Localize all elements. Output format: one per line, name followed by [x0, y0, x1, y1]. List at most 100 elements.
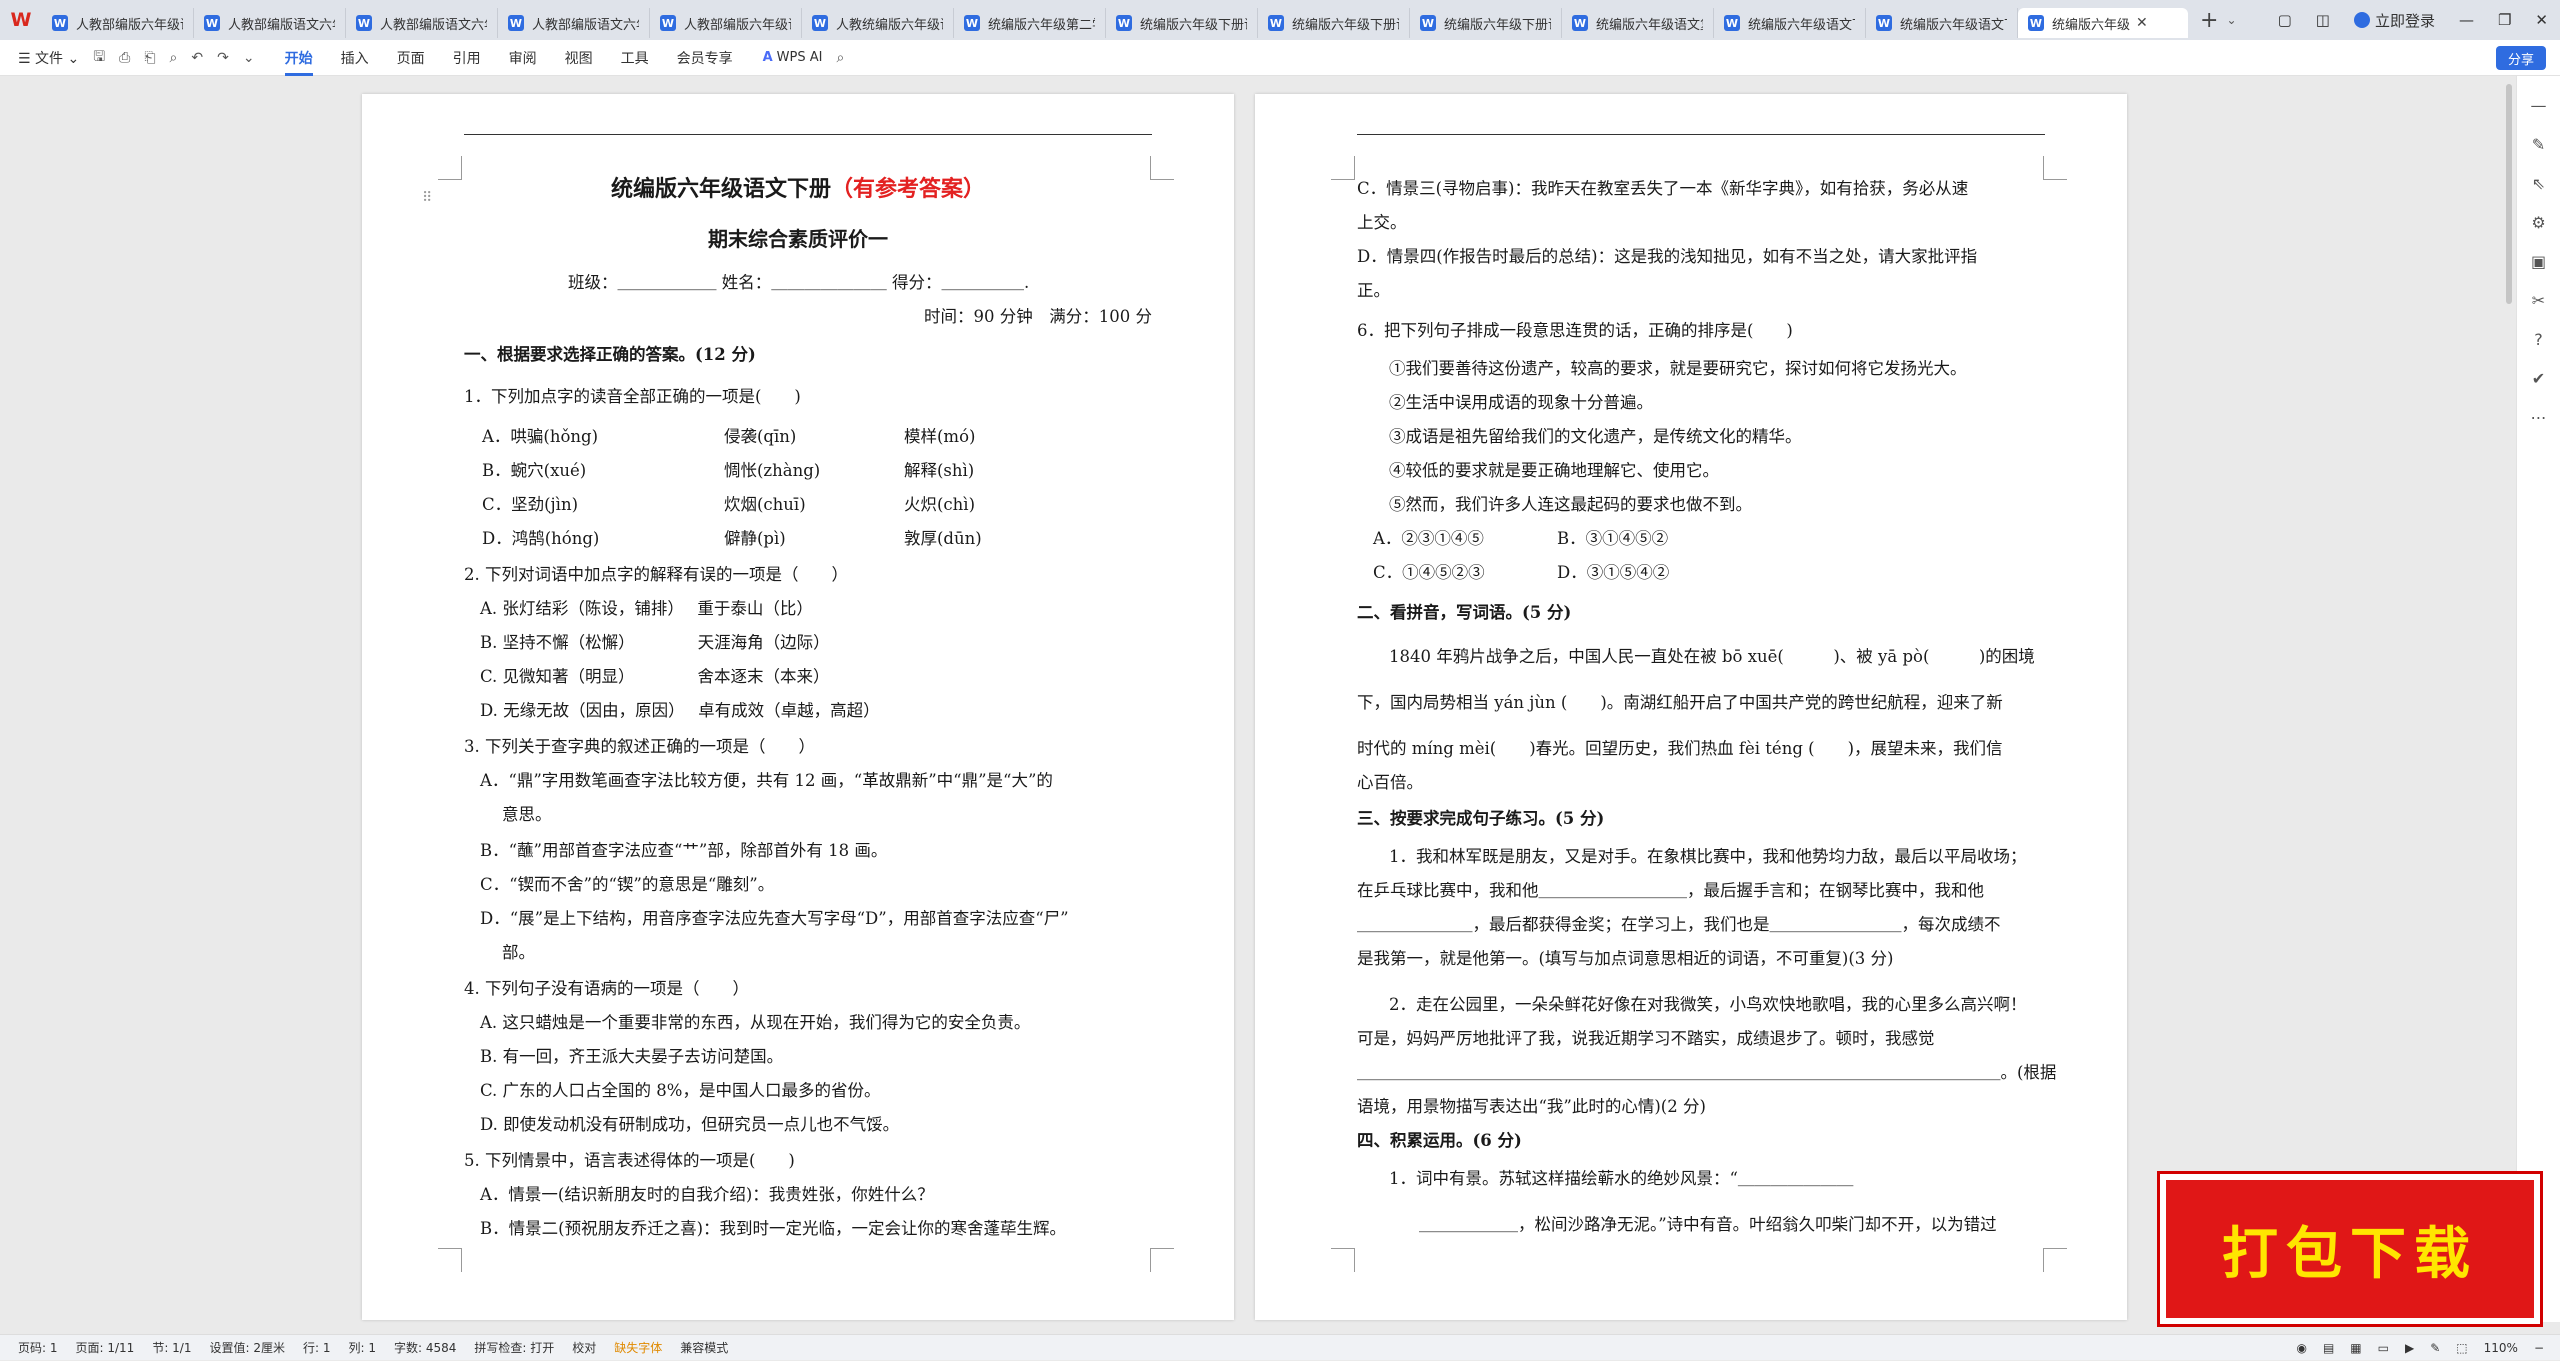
close-window-icon[interactable]: ✕	[2535, 11, 2548, 29]
tab-label: 统编版六年级语文下	[1748, 17, 1855, 33]
document-tab[interactable]: W 人教部编版六年级语	[42, 8, 194, 38]
document-tab[interactable]: W 人教部编版语文六年	[194, 8, 346, 38]
option-cell: B．③①④⑤②	[1557, 529, 1669, 548]
text-line: 2．走在公园里，一朵朵鲜花好像在对我微笑，小鸟欢快地歌唱，我的心里多么高兴啊！	[1389, 995, 2027, 1014]
status-pages[interactable]: 页面: 1/11	[76, 1339, 135, 1356]
text-line: B．“蘸”用部首查字法应查“艹”部，除部首外有 18 画。	[480, 841, 888, 860]
document-tab[interactable]: W 统编版六年级 ✕	[2018, 8, 2188, 38]
option-cell: 火炽(chì)	[904, 495, 976, 514]
wps-doc-icon: W	[2028, 15, 2044, 31]
undo-icon[interactable]: ↶	[191, 50, 203, 66]
document-tab[interactable]: W 人教部编版六年级语	[650, 8, 802, 38]
status-row: 行: 1	[302, 1341, 331, 1355]
review-icon[interactable]: ✔	[2517, 369, 2560, 388]
search-icon[interactable]: ⌕	[836, 50, 844, 66]
play-icon[interactable]: ▶	[2405, 1341, 2414, 1355]
wps-logo[interactable]: W	[0, 0, 42, 40]
document-tab[interactable]: W 统编版六年级语文下	[1866, 8, 2018, 38]
export-pdf-icon[interactable]: ⎙	[119, 50, 130, 66]
minimize-icon[interactable]: —	[2459, 11, 2474, 29]
option-cell: 惆怅(zhàng)	[724, 461, 821, 480]
document-title: 统编版六年级语文下册（有参考答案）	[610, 176, 986, 202]
missing-font-warning[interactable]: 缺失字体	[614, 1339, 662, 1356]
tools-icon[interactable]: ✂	[2517, 291, 2560, 310]
file-menu[interactable]: ☰ 文件 ⌄	[18, 48, 79, 68]
menu-tab[interactable]: 会员专享	[677, 40, 733, 76]
wps-doc-icon: W	[1572, 15, 1588, 31]
restore-layout-icon[interactable]: ▢	[2278, 11, 2292, 29]
menu-tab[interactable]: 审阅	[509, 40, 537, 76]
wps-doc-icon: W	[964, 15, 980, 31]
tab-label: 统编版六年级语文复	[1596, 17, 1703, 33]
collapse-icon[interactable]: —	[2517, 96, 2560, 115]
document-tab[interactable]: W 统编版六年级语文复	[1562, 8, 1714, 38]
document-tab[interactable]: W 人教统编版六年级语	[802, 8, 954, 38]
login-button[interactable]: 立即登录	[2353, 10, 2435, 31]
fit-icon[interactable]: ⬚	[2456, 1341, 2467, 1355]
image-icon[interactable]: ▣	[2517, 252, 2560, 271]
text-line: 正。	[1357, 281, 1390, 300]
document-tab[interactable]: W 统编版六年级语文下	[1714, 8, 1866, 38]
zoom-level[interactable]: 110%	[2484, 1341, 2518, 1355]
text-line: 6．把下列句子排成一段意思连贯的话，正确的排序是( )	[1357, 321, 1793, 340]
text-line: 1．词中有景。苏轼这样描绘蕲水的绝妙风景：“＿＿＿＿＿＿＿	[1389, 1169, 1854, 1188]
text-line: 可是，妈妈严厉地批评了我，说我近期学习不踏实，成绩退步了。顿时，我感觉	[1357, 1029, 1935, 1048]
help-icon[interactable]: ?	[2517, 330, 2560, 349]
text-line: ③成语是祖先留给我们的文化遗产，是传统文化的精华。	[1389, 427, 1802, 446]
student-info-line: 班级：＿＿＿＿＿＿ 姓名：＿＿＿＿＿＿＿ 得分：＿＿＿＿＿.	[568, 273, 1030, 292]
option-cell: 解释(shì)	[904, 461, 975, 480]
document-tab[interactable]: W 统编版六年级下册语	[1258, 8, 1410, 38]
more-icon[interactable]: ⋯	[2517, 408, 2560, 427]
edit-icon[interactable]: ✎	[2517, 135, 2560, 154]
document-tab[interactable]: W 人教部编版语文六年	[498, 8, 650, 38]
document-tab[interactable]: W 统编版六年级下册语	[1106, 8, 1258, 38]
status-words[interactable]: 字数: 4584	[394, 1339, 456, 1356]
web-view-icon[interactable]: ▦	[2350, 1341, 2361, 1355]
zoom-out-icon[interactable]: −	[2534, 1341, 2544, 1355]
wps-doc-icon: W	[1420, 15, 1436, 31]
wps-doc-icon: W	[812, 15, 828, 31]
redo-icon[interactable]: ↷	[217, 50, 229, 66]
text-line: D. 即使发动机没有研制成功，但研究员一点儿也不气馁。	[480, 1115, 900, 1134]
menu-tab[interactable]: 视图	[565, 40, 593, 76]
document-tab[interactable]: W 统编版六年级第二学	[954, 8, 1106, 38]
menu-tab[interactable]: 引用	[453, 40, 481, 76]
print-preview-icon[interactable]: ⌕	[170, 50, 178, 66]
select-icon[interactable]: ⇖	[2517, 174, 2560, 193]
download-banner[interactable]: 打包下载	[2160, 1174, 2540, 1324]
status-col: 列: 1	[348, 1341, 376, 1355]
text-line: 1．我和林军既是朋友，又是对手。在象棋比赛中，我和他势均力敌，最后以平局收场；	[1389, 847, 2027, 866]
print-icon[interactable]: ⎗	[144, 50, 155, 66]
settings-icon[interactable]: ⚙	[2517, 213, 2560, 232]
crop-mark	[1150, 156, 1174, 180]
eye-protect-icon[interactable]: ◉	[2296, 1341, 2306, 1355]
menu-tab[interactable]: 开始	[284, 40, 313, 76]
more-chevron-icon[interactable]: ⌄	[243, 50, 255, 66]
read-view-icon[interactable]: ▭	[2378, 1341, 2389, 1355]
menu-tab[interactable]: 插入	[341, 40, 369, 76]
menu-tab[interactable]: 工具	[621, 40, 649, 76]
text-line: A．情景一(结识新朋友时的自我介绍)：我贵姓张，你姓什么？	[480, 1185, 934, 1204]
text-line: C. 见微知著（明显） 舍本逐末（本来）	[480, 667, 830, 686]
share-button[interactable]: 分享	[2495, 46, 2546, 70]
wps-ai-button[interactable]: A WPS AI	[763, 50, 823, 65]
vertical-scrollbar[interactable]	[2506, 84, 2512, 304]
ai-icon: A	[762, 50, 773, 65]
avatar	[2353, 12, 2370, 28]
proofread-button[interactable]: 校对	[572, 1339, 596, 1356]
spell-check-toggle[interactable]: 拼写检查: 打开	[474, 1339, 554, 1356]
new-tab-button[interactable]: +	[2200, 8, 2218, 33]
close-tab-icon[interactable]: ✕	[2136, 15, 2148, 31]
document-tab[interactable]: W 统编版六年级下册语	[1410, 8, 1562, 38]
menu-tab[interactable]: 页面	[397, 40, 425, 76]
skin-icon[interactable]: ◫	[2316, 11, 2330, 29]
save-icon[interactable]: 🖫	[93, 46, 105, 70]
login-label: 立即登录	[2374, 11, 2435, 30]
page-header-line	[1357, 134, 2045, 135]
status-section: 节: 1/1	[152, 1341, 192, 1355]
tab-list-chevron-icon[interactable]: ⌄	[2226, 13, 2236, 27]
write-icon[interactable]: ✎	[2430, 1341, 2440, 1355]
document-tab[interactable]: W 人教部编版语文六年	[346, 8, 498, 38]
maximize-icon[interactable]: ❐	[2498, 11, 2511, 29]
page-view-icon[interactable]: ▤	[2323, 1341, 2334, 1355]
